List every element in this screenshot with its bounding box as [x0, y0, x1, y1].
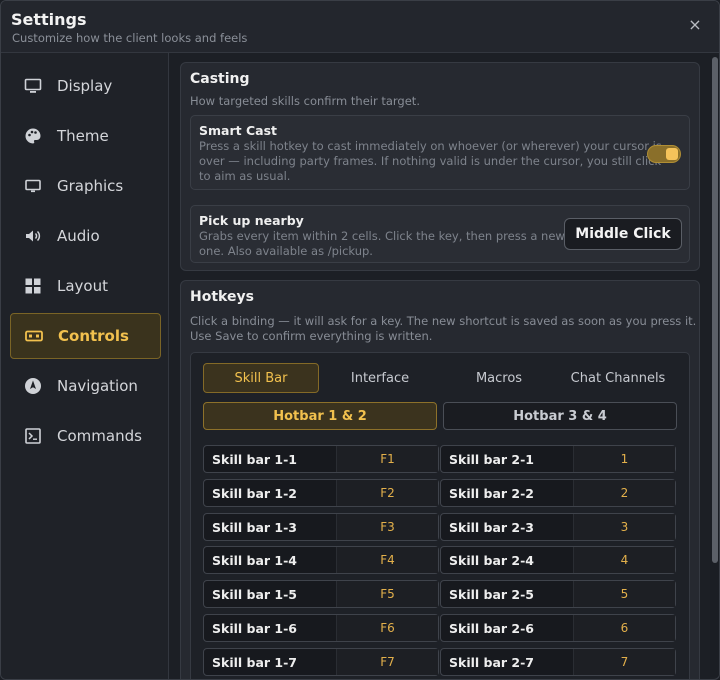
binding-key[interactable]: 3: [573, 513, 675, 540]
sidebar-item-audio[interactable]: Audio: [10, 213, 161, 259]
binding-key[interactable]: 5: [573, 581, 675, 608]
casting-title: Casting: [190, 71, 250, 87]
toggle-knob: [666, 148, 678, 160]
palette-icon: [23, 126, 43, 146]
binding-row[interactable]: Skill bar 1-1 F1: [203, 445, 439, 473]
window-subtitle: Customize how the client looks and feels: [12, 31, 248, 45]
hotkeys-section: Hotkeys Click a binding — it will ask fo…: [180, 280, 700, 679]
sidebar-item-label: Display: [57, 77, 113, 95]
tab-macros[interactable]: Macros: [441, 363, 557, 393]
speaker-icon: [23, 226, 43, 246]
tab-skill-bar[interactable]: Skill Bar: [203, 363, 319, 393]
casting-description: How targeted skills confirm their target…: [190, 94, 420, 108]
binding-row[interactable]: Skill bar 1-2 F2: [203, 478, 439, 507]
binding-row[interactable]: Skill bar 2-6 6: [440, 614, 676, 642]
sidebar-item-label: Graphics: [57, 177, 124, 195]
sidebar: Display Theme Graphics Audio Layout Cont…: [1, 53, 169, 679]
scrollbar-thumb[interactable]: [712, 57, 718, 563]
smart-cast-title: Smart Cast: [199, 123, 277, 138]
binding-row[interactable]: Skill bar 1-6 F6: [203, 614, 439, 642]
binding-row[interactable]: Skill bar 1-5 F5: [203, 580, 439, 609]
sidebar-item-commands[interactable]: Commands: [10, 413, 161, 459]
binding-name: Skill bar 2-3: [449, 519, 535, 535]
binding-row[interactable]: Skill bar 1-3 F3: [203, 512, 439, 541]
terminal-icon: [23, 426, 43, 446]
binding-key[interactable]: F2: [336, 479, 438, 506]
binding-key[interactable]: F4: [336, 547, 438, 574]
binding-name: Skill bar 1-2: [212, 485, 298, 501]
sidebar-item-layout[interactable]: Layout: [10, 263, 161, 309]
binding-name: Skill bar 1-1: [212, 452, 298, 467]
binding-name: Skill bar 2-7: [449, 654, 535, 670]
sidebar-item-graphics[interactable]: Graphics: [10, 163, 161, 209]
smart-cast-description: Press a skill hotkey to cast immediately…: [199, 139, 662, 183]
screen-icon: [23, 176, 43, 196]
binding-key[interactable]: F5: [336, 581, 438, 608]
binding-key[interactable]: 7: [573, 648, 675, 675]
pickup-title: Pick up nearby: [199, 213, 304, 228]
binding-name: Skill bar 2-2: [449, 485, 535, 501]
binding-name: Skill bar 2-5: [449, 587, 535, 603]
binding-row[interactable]: Skill bar 2-7 7: [440, 647, 676, 676]
sidebar-item-label: Navigation: [57, 377, 138, 395]
binding-key[interactable]: 2: [573, 479, 675, 506]
subtab-hotbar-1-2[interactable]: Hotbar 1 & 2: [203, 402, 437, 430]
smart-cast-card: Smart Cast Press a skill hotkey to cast …: [190, 115, 690, 190]
binding-row[interactable]: Skill bar 2-3 3: [440, 512, 676, 541]
binding-row[interactable]: Skill bar 2-5 5: [440, 580, 676, 609]
pickup-card: Pick up nearby Grabs every item within 2…: [190, 205, 690, 263]
hotkeys-description: Click a binding — it will ask for a key.…: [190, 314, 697, 343]
tab-chat-channels[interactable]: Chat Channels: [560, 363, 676, 393]
sidebar-item-navigation[interactable]: Navigation: [10, 363, 161, 409]
binding-row[interactable]: Skill bar 2-4 4: [440, 546, 676, 575]
sidebar-item-label: Audio: [57, 227, 100, 245]
window-title: Settings: [11, 10, 87, 29]
binding-name: Skill bar 1-6: [212, 621, 298, 636]
binding-key[interactable]: 6: [573, 615, 675, 641]
pickup-binding-button[interactable]: Middle Click: [564, 218, 682, 250]
binding-name: Skill bar 1-3: [212, 519, 298, 535]
binding-name: Skill bar 2-4: [449, 553, 535, 569]
compass-icon: [23, 376, 43, 396]
pickup-description: Grabs every item within 2 cells. Click t…: [199, 229, 565, 258]
hotkeys-panel: Skill Bar Interface Macros Chat Channels…: [190, 352, 690, 679]
close-icon[interactable]: ×: [685, 15, 705, 35]
content-area: Casting How targeted skills confirm thei…: [170, 53, 709, 679]
binding-name: Skill bar 1-4: [212, 553, 298, 569]
grid-icon: [23, 276, 43, 296]
binding-name: Skill bar 1-7: [212, 654, 298, 670]
sidebar-item-controls[interactable]: Controls: [10, 313, 161, 359]
binding-key[interactable]: F3: [336, 513, 438, 540]
sidebar-item-label: Theme: [57, 127, 109, 145]
binding-row[interactable]: Skill bar 2-2 2: [440, 478, 676, 507]
sidebar-item-theme[interactable]: Theme: [10, 113, 161, 159]
casting-section: Casting How targeted skills confirm thei…: [180, 62, 700, 271]
binding-row[interactable]: Skill bar 1-4 F4: [203, 546, 439, 575]
subtab-hotbar-3-4[interactable]: Hotbar 3 & 4: [443, 402, 677, 430]
binding-name: Skill bar 2-1: [449, 452, 535, 467]
binding-key[interactable]: 1: [573, 446, 675, 472]
monitor-icon: [23, 76, 43, 96]
title-bar: Settings Customize how the client looks …: [1, 1, 719, 53]
smart-cast-toggle[interactable]: [647, 145, 681, 163]
hotkeys-title: Hotkeys: [190, 289, 254, 305]
binding-key[interactable]: F6: [336, 615, 438, 641]
sidebar-item-label: Controls: [58, 327, 129, 345]
keyboard-icon: [24, 326, 44, 346]
tab-interface[interactable]: Interface: [322, 363, 438, 393]
binding-key[interactable]: F1: [336, 446, 438, 472]
binding-row[interactable]: Skill bar 2-1 1: [440, 445, 676, 473]
binding-name: Skill bar 1-5: [212, 587, 298, 603]
sidebar-item-label: Layout: [57, 277, 108, 295]
binding-key[interactable]: F7: [336, 648, 438, 675]
sidebar-item-label: Commands: [57, 427, 142, 445]
binding-key[interactable]: 4: [573, 547, 675, 574]
binding-row[interactable]: Skill bar 1-7 F7: [203, 647, 439, 676]
settings-window: Settings Customize how the client looks …: [0, 0, 720, 680]
binding-name: Skill bar 2-6: [449, 621, 535, 636]
sidebar-item-display[interactable]: Display: [10, 63, 161, 109]
